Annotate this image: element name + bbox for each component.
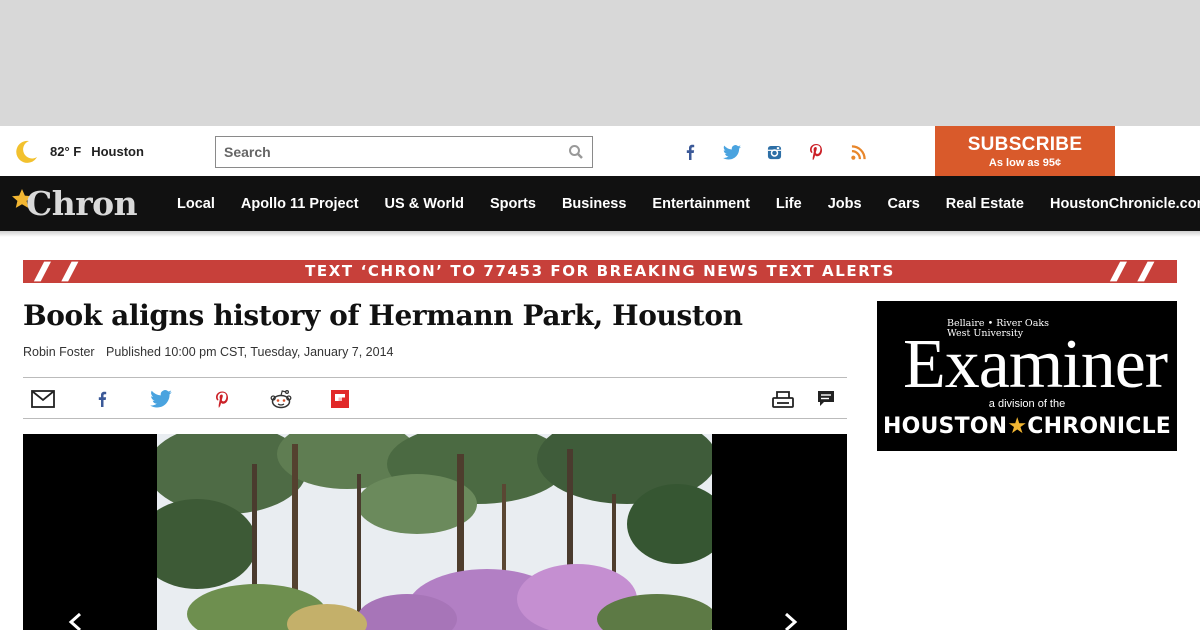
reddit-share-icon[interactable]	[269, 388, 293, 410]
gallery-prev-arrow-icon[interactable]	[67, 612, 83, 630]
search-icon[interactable]	[568, 144, 584, 165]
subscribe-label: SUBSCRIBE	[967, 134, 1083, 155]
examiner-division-text: a division of the	[988, 398, 1066, 410]
houston-chronicle-left: HOUSTON	[882, 414, 1008, 439]
nav-item-us-world[interactable]: US & World	[372, 196, 477, 212]
facebook-icon[interactable]	[669, 143, 711, 161]
author-name[interactable]: Robin Foster	[23, 345, 95, 359]
chron-logo[interactable]: Chron	[12, 184, 138, 223]
examiner-locations: Bellaire • River Oaks West University	[947, 319, 1049, 339]
byline: Robin Foster Published 10:00 pm CST, Tue…	[23, 345, 394, 359]
nav-item-local[interactable]: Local	[164, 196, 228, 212]
gallery-next-arrow-icon[interactable]	[783, 612, 799, 630]
nav-item-jobs[interactable]: Jobs	[815, 196, 875, 212]
nav-item-business[interactable]: Business	[549, 196, 639, 212]
publish-date: Published 10:00 pm CST, Tuesday, January…	[106, 345, 394, 359]
weather-city: Houston	[91, 143, 144, 159]
houston-chronicle-right: CHRONICLE	[1027, 414, 1172, 439]
chron-logo-text: Chron	[26, 184, 138, 223]
nav-item-sports[interactable]: Sports	[477, 196, 549, 212]
twitter-share-icon[interactable]	[149, 388, 173, 410]
facebook-share-icon[interactable]	[90, 388, 114, 410]
pinterest-icon[interactable]	[795, 143, 837, 161]
email-icon[interactable]	[31, 388, 55, 410]
moon-icon	[14, 139, 38, 163]
top-ad-banner[interactable]	[0, 0, 1200, 126]
nav-item-entertainment[interactable]: Entertainment	[639, 196, 763, 212]
examiner-locations-line2: West University	[947, 328, 1024, 339]
subscribe-price: As low as 95¢	[988, 157, 1062, 169]
examiner-ad[interactable]: Examiner Bellaire • River Oaks West Univ…	[877, 301, 1177, 451]
star-icon: ★	[1007, 414, 1028, 439]
twitter-icon[interactable]	[711, 143, 753, 161]
social-links	[669, 143, 879, 161]
comment-icon[interactable]	[814, 388, 838, 410]
utility-bar: 82° F Houston SUBSCRIBE As low as 95¢	[0, 126, 1200, 176]
nav-list: Local Apollo 11 Project US & World Sport…	[164, 176, 1200, 231]
nav-item-real-estate[interactable]: Real Estate	[933, 196, 1037, 212]
hermann-park-photo	[157, 434, 712, 630]
share-bar	[23, 377, 847, 419]
alert-text: TEXT ‘CHRON’ TO 77453 FOR BREAKING NEWS …	[305, 262, 895, 280]
houston-chronicle-wordmark: HOUSTON★CHRONICLE	[877, 414, 1177, 439]
main-nav: Chron Local Apollo 11 Project US & World…	[0, 176, 1200, 231]
instagram-icon[interactable]	[753, 143, 795, 161]
nav-item-apollo-11[interactable]: Apollo 11 Project	[228, 196, 372, 212]
rss-icon[interactable]	[837, 143, 879, 161]
breaking-news-alert-banner[interactable]: TEXT ‘CHRON’ TO 77453 FOR BREAKING NEWS …	[23, 260, 1177, 283]
print-icon[interactable]	[771, 388, 795, 410]
article-title: Book aligns history of Hermann Park, Hou…	[23, 299, 743, 332]
subscribe-button[interactable]: SUBSCRIBE As low as 95¢	[935, 126, 1115, 176]
search-input[interactable]	[216, 137, 546, 167]
nav-shadow	[0, 231, 1200, 237]
pinterest-share-icon[interactable]	[210, 388, 234, 410]
search-box	[215, 136, 593, 168]
weather-widget[interactable]: 82° F Houston	[14, 139, 144, 163]
nav-item-houstonchronicle[interactable]: HoustonChronicle.com	[1037, 196, 1200, 212]
article-photo-gallery[interactable]	[23, 434, 847, 630]
flipboard-share-icon[interactable]	[328, 388, 352, 410]
nav-item-life[interactable]: Life	[763, 196, 815, 212]
weather-temperature: 82° F	[50, 143, 82, 159]
nav-item-cars[interactable]: Cars	[875, 196, 933, 212]
